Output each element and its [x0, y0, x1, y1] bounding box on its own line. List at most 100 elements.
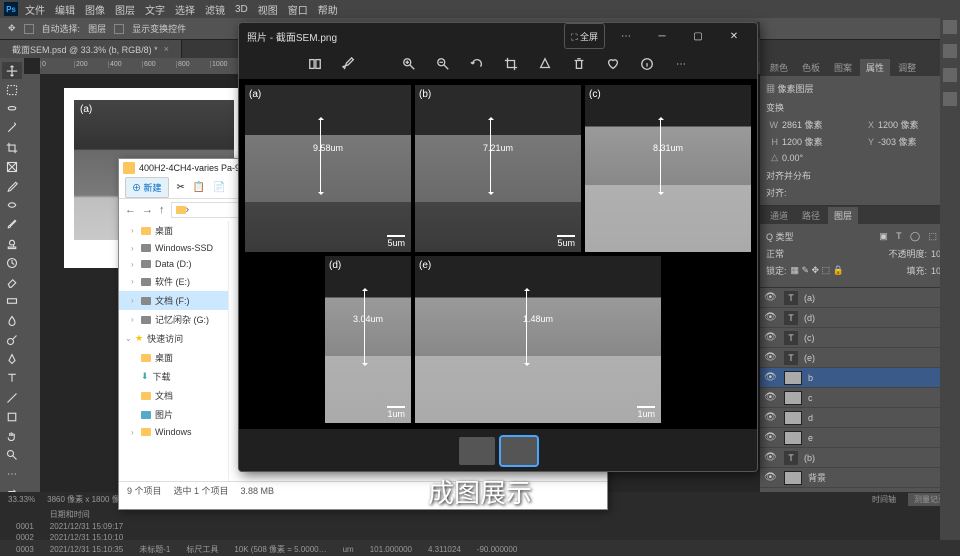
photos-viewer-window[interactable]: 照片 - 截面SEM.png ⛶ 全屏 ⋯ ─ ▢ ✕ ⋯ (a)9.58um5…	[238, 22, 758, 472]
tree-node[interactable]: 桌面	[119, 348, 228, 367]
visibility-icon[interactable]: 👁	[764, 352, 778, 363]
tab-paths[interactable]: 路径	[796, 207, 826, 224]
copy-icon[interactable]: 📋	[193, 182, 205, 193]
tab-layers[interactable]: 图层	[828, 207, 858, 224]
layer-row[interactable]: 👁T(c)	[760, 328, 960, 348]
ellipsis-tool[interactable]: ⋯	[2, 466, 22, 483]
align-header[interactable]: 对齐并分布	[766, 169, 954, 182]
zoom-out-icon[interactable]	[435, 56, 451, 72]
blur-tool[interactable]	[2, 312, 22, 329]
close-button[interactable]: ✕	[719, 23, 749, 49]
collapsed-panel-icon[interactable]	[943, 92, 957, 106]
brush-tool[interactable]	[2, 216, 22, 233]
markup-icon[interactable]	[537, 56, 553, 72]
more-icon[interactable]: ⋯	[611, 23, 641, 49]
tree-node[interactable]: 文档	[119, 386, 228, 405]
forward-button[interactable]: →	[142, 204, 153, 216]
layer-row[interactable]: 👁c	[760, 388, 960, 408]
menu-select[interactable]: 选择	[172, 2, 198, 17]
zoom-in-icon[interactable]	[401, 56, 417, 72]
paste-icon[interactable]: 📄	[213, 182, 225, 193]
eraser-tool[interactable]	[2, 274, 22, 291]
dodge-tool[interactable]	[2, 331, 22, 348]
new-button[interactable]: ⊕ 新建	[125, 177, 169, 198]
visibility-icon[interactable]: 👁	[764, 452, 778, 463]
layer-row[interactable]: 👁T(e)	[760, 348, 960, 368]
tree-node[interactable]: ⬇下载	[119, 367, 228, 386]
table-row[interactable]: 00032021/12/31 15:10:35未标题-1标尺工具10K (508…	[8, 543, 525, 556]
zoom-level[interactable]: 33.33%	[8, 495, 35, 504]
shape-tool[interactable]	[2, 408, 22, 425]
tab-timeline[interactable]: 时间轴	[872, 494, 896, 505]
move-tool[interactable]	[2, 62, 22, 79]
menu-image[interactable]: 图像	[82, 2, 108, 17]
menu-filter[interactable]: 滤镜	[202, 2, 228, 17]
edit-icon[interactable]	[341, 56, 357, 72]
up-button[interactable]: ↑	[159, 204, 165, 216]
tab-patterns[interactable]: 图案	[828, 59, 858, 76]
hand-tool[interactable]	[2, 427, 22, 444]
tab-properties[interactable]: 属性	[860, 59, 890, 76]
pen-tool[interactable]	[2, 351, 22, 368]
crop-icon[interactable]	[503, 56, 519, 72]
menu-window[interactable]: 窗口	[285, 2, 311, 17]
collapsed-panel-icon[interactable]	[943, 20, 957, 34]
visibility-icon[interactable]: 👁	[764, 372, 778, 383]
heal-tool[interactable]	[2, 197, 22, 214]
menu-file[interactable]: 文件	[22, 2, 48, 17]
lasso-tool[interactable]	[2, 100, 22, 117]
tree-node[interactable]: 图片	[119, 405, 228, 424]
type-tool[interactable]	[2, 370, 22, 387]
visibility-icon[interactable]: 👁	[764, 292, 778, 303]
tree-node[interactable]: ⌄★快速访问	[119, 329, 228, 348]
back-button[interactable]: ←	[125, 204, 136, 216]
height-value[interactable]: 1200 像素	[782, 135, 858, 148]
crop-tool[interactable]	[2, 139, 22, 156]
menu-help[interactable]: 帮助	[315, 2, 341, 17]
tree-node[interactable]: ›文档 (F:)	[119, 291, 228, 310]
layer-row[interactable]: 👁b	[760, 368, 960, 388]
width-value[interactable]: 2861 像素	[782, 118, 858, 131]
rotate-icon[interactable]	[469, 56, 485, 72]
stamp-tool[interactable]	[2, 235, 22, 252]
fullscreen-button[interactable]: ⛶ 全屏	[564, 23, 605, 49]
gradient-tool[interactable]	[2, 293, 22, 310]
menu-3d[interactable]: 3D	[232, 4, 251, 15]
collapsed-panel-icon[interactable]	[943, 44, 957, 58]
menu-type[interactable]: 文字	[142, 2, 168, 17]
more-icon[interactable]: ⋯	[673, 56, 689, 72]
zoom-tool[interactable]	[2, 447, 22, 464]
layer-row[interactable]: 👁e	[760, 428, 960, 448]
path-tool[interactable]	[2, 389, 22, 406]
minimize-button[interactable]: ─	[647, 23, 677, 49]
favorite-icon[interactable]	[605, 56, 621, 72]
layer-row[interactable]: 👁T(b)	[760, 448, 960, 468]
layer-kind[interactable]: Q 类型	[766, 230, 794, 243]
tab-color[interactable]: 颜色	[764, 59, 794, 76]
visibility-icon[interactable]: 👁	[764, 412, 778, 423]
tab-swatches[interactable]: 色板	[796, 59, 826, 76]
viewer-titlebar[interactable]: 照片 - 截面SEM.png ⛶ 全屏 ⋯ ─ ▢ ✕	[239, 23, 757, 49]
tree-node[interactable]: ›记忆闲杂 (G:)	[119, 310, 228, 329]
tree-node[interactable]: ›Data (D:)	[119, 256, 228, 272]
tab-channels[interactable]: 通道	[764, 207, 794, 224]
layer-row[interactable]: 👁T(d)	[760, 308, 960, 328]
wand-tool[interactable]	[2, 120, 22, 137]
menu-layer[interactable]: 图层	[112, 2, 138, 17]
table-row[interactable]: 00012021/12/31 15:09:17	[8, 521, 525, 532]
visibility-icon[interactable]: 👁	[764, 472, 778, 483]
viewer-image[interactable]: (a)9.58um5um (b)7.21um5um (c)8.31um (d)3…	[239, 79, 757, 429]
blend-mode[interactable]: 正常	[766, 247, 784, 260]
visibility-icon[interactable]: 👁	[764, 432, 778, 443]
layer-row[interactable]: 👁背景	[760, 468, 960, 488]
cut-icon[interactable]: ✂	[177, 182, 185, 193]
auto-select-checkbox[interactable]	[24, 24, 34, 34]
layer-row[interactable]: 👁T(a)	[760, 288, 960, 308]
tree-node[interactable]: ›桌面	[119, 221, 228, 240]
eyedropper-tool[interactable]	[2, 177, 22, 194]
tree-node[interactable]: ›Windows-SSD	[119, 240, 228, 256]
visibility-icon[interactable]: 👁	[764, 312, 778, 323]
auto-select-target[interactable]: 图层	[88, 22, 106, 35]
thumbnail[interactable]	[501, 437, 537, 465]
tree-node[interactable]: ›软件 (E:)	[119, 272, 228, 291]
